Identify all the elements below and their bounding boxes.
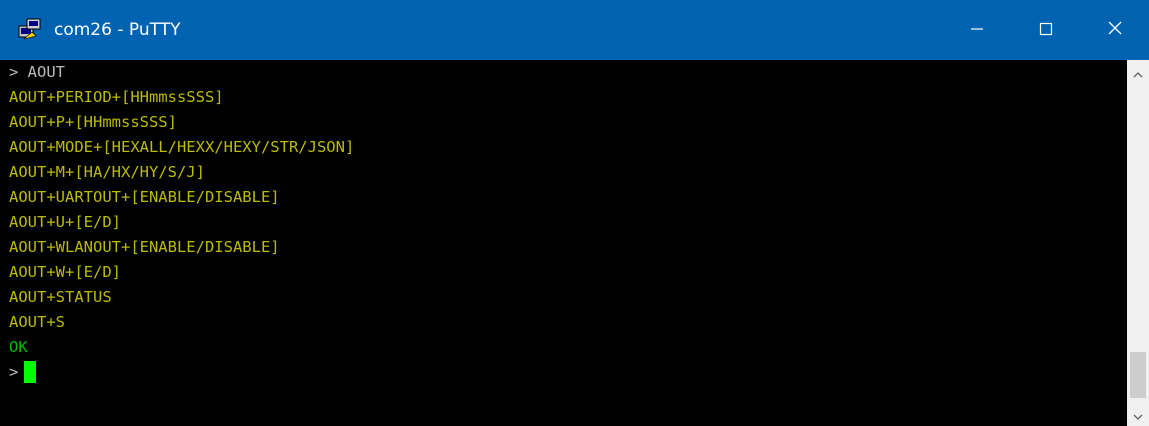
- terminal-output[interactable]: > AOUT AOUT+PERIOD+[HHmmssSSS] AOUT+P+[H…: [0, 60, 1127, 426]
- maximize-button[interactable]: [1011, 0, 1080, 60]
- terminal-line: OK: [9, 338, 28, 356]
- terminal-line: AOUT+PERIOD+[HHmmssSSS]: [9, 88, 224, 106]
- putty-window: com26 - PuTTY > AOUT AOUT+PERIOD+[HHmmss…: [0, 0, 1149, 426]
- close-icon: [1107, 20, 1123, 40]
- chevron-down-icon: [1133, 406, 1143, 425]
- scroll-down-button[interactable]: [1127, 404, 1149, 426]
- terminal-line: AOUT+U+[E/D]: [9, 213, 121, 231]
- terminal-line: AOUT+P+[HHmmssSSS]: [9, 113, 177, 131]
- prompt-symbol: >: [9, 363, 19, 381]
- terminal-line: AOUT+UARTOUT+[ENABLE/DISABLE]: [9, 188, 280, 206]
- terminal-line: AOUT+M+[HA/HX/HY/S/J]: [9, 163, 205, 181]
- text-cursor: [24, 360, 37, 383]
- scroll-up-button[interactable]: [1127, 62, 1149, 84]
- terminal-line: AOUT+W+[E/D]: [9, 263, 121, 281]
- scrollbar-thumb[interactable]: [1130, 352, 1146, 398]
- chevron-up-icon: [1133, 64, 1143, 83]
- title-bar[interactable]: com26 - PuTTY: [0, 0, 1149, 60]
- window-title: com26 - PuTTY: [54, 20, 181, 40]
- close-button[interactable]: [1080, 0, 1149, 60]
- terminal-prompt-line: >: [9, 360, 1127, 385]
- terminal-line: AOUT+S: [9, 313, 65, 331]
- minimize-icon: [970, 21, 984, 40]
- vertical-scrollbar[interactable]: [1127, 60, 1149, 426]
- terminal-line: > AOUT: [9, 63, 65, 81]
- terminal-line: AOUT+STATUS: [9, 288, 112, 306]
- minimize-button[interactable]: [942, 0, 1011, 60]
- putty-terminal-icon[interactable]: [16, 16, 44, 44]
- maximize-icon: [1039, 21, 1053, 40]
- terminal-line: AOUT+WLANOUT+[ENABLE/DISABLE]: [9, 238, 280, 256]
- window-controls: [942, 0, 1149, 60]
- terminal-line: AOUT+MODE+[HEXALL/HEXX/HEXY/STR/JSON]: [9, 138, 355, 156]
